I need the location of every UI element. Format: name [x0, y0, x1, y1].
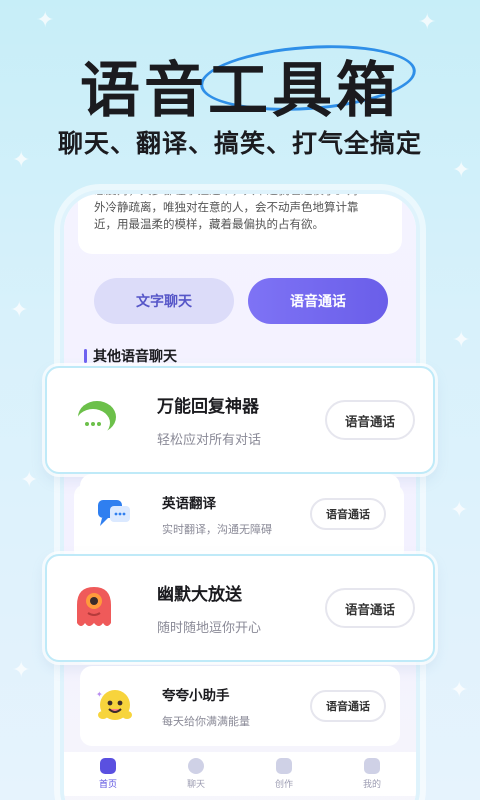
card-title: 夸夸小助手	[162, 687, 230, 704]
section-title: 其他语音聊天	[84, 346, 177, 366]
nav-label: 我的	[362, 780, 381, 790]
voice-call-button[interactable]: 语音通话	[325, 588, 415, 628]
svg-text:✦: ✦	[96, 690, 103, 699]
green-chat-bubble-icon	[71, 397, 117, 443]
red-cyclops-icon	[71, 583, 117, 633]
card-title: 幽默大放送	[157, 585, 242, 605]
sparkle-icon: ✦	[20, 468, 39, 493]
sparkle-icon: ✦	[452, 158, 471, 183]
bottom-nav: 首页 聊天 创作 我的	[64, 752, 416, 796]
card-description: 实时翻译，沟通无障碍	[162, 522, 272, 536]
chart-icon	[275, 758, 292, 774]
yellow-smiley-icon: ✦	[94, 685, 136, 727]
nav-item-home[interactable]: 首页	[99, 758, 117, 790]
page-title: 语音工具箱	[80, 56, 400, 126]
robot-icon	[363, 758, 380, 774]
sparkle-icon: ✦	[12, 658, 31, 683]
voice-call-button[interactable]: 语音通话	[248, 278, 388, 324]
voice-call-button[interactable]: 语音通话	[310, 690, 386, 722]
list-item-praise-helper[interactable]: ✦ 夸夸小助手 每天给你满满能量 语音通话	[80, 666, 400, 746]
sparkle-icon: ✦	[450, 498, 469, 523]
sparkle-icon: ✦	[450, 678, 469, 703]
card-text: 万能回复神器 轻松应对所有对话	[157, 392, 325, 448]
intro-text-line: 外冷静疏离，唯独对在意的人，会不动声色地算计靠	[94, 200, 359, 214]
sparkle-icon: ✦	[452, 328, 471, 353]
sparkle-icon: ✦	[418, 10, 437, 35]
nav-item-profile[interactable]: 我的	[363, 758, 381, 790]
section-marker	[84, 349, 87, 363]
nav-label: 首页	[98, 780, 117, 790]
nav-item-chat[interactable]: 聊天	[187, 758, 205, 790]
card-description: 每天给你满满能量	[162, 714, 250, 728]
intro-text-box: 恋爱对，大多都在掌控之中，只不过我也过惯了。对 外冷静疏离，唯独对在意的人，会不…	[78, 190, 402, 254]
card-title: 英语翻译	[162, 495, 216, 512]
home-icon	[99, 758, 116, 774]
blue-chat-bubble-icon	[96, 496, 132, 532]
list-item-universal-reply[interactable]: 万能回复神器 轻松应对所有对话 语音通话	[45, 366, 435, 474]
list-item-english-translate[interactable]: 英语翻译 实时翻译，沟通无障碍 语音通话	[80, 474, 400, 554]
sparkle-icon: ✦	[10, 298, 29, 323]
nav-label: 创作	[274, 780, 293, 790]
intro-text-line: 恋爱对，大多都在掌控之中，只不过我也过惯了。对	[94, 190, 359, 197]
list-item-humor[interactable]: 幽默大放送 随时随地逗你开心 语音通话	[45, 554, 435, 662]
text-chat-button[interactable]: 文字聊天	[94, 278, 234, 324]
voice-call-button[interactable]: 语音通话	[310, 498, 386, 530]
sparkle-icon: ✦	[36, 8, 55, 33]
smile-icon	[187, 758, 204, 774]
voice-call-button[interactable]: 语音通话	[325, 400, 415, 440]
card-description: 随时随地逗你开心	[157, 621, 262, 636]
card-description: 轻松应对所有对话	[157, 433, 262, 448]
card-title: 万能回复神器	[157, 397, 259, 417]
section-title-label: 其他语音聊天	[93, 349, 177, 365]
card-text: 幽默大放送 随时随地逗你开心	[157, 580, 325, 636]
card-text: 英语翻译 实时翻译，沟通无障碍	[162, 492, 310, 537]
nav-label: 聊天	[186, 780, 205, 790]
page-subtitle: 聊天、翻译、搞笑、打气全搞定	[57, 129, 422, 158]
intro-text-line: 近，用最温柔的模样，藏着最偏执的占有欲。	[94, 217, 324, 231]
nav-item-create[interactable]: 创作	[275, 758, 293, 790]
card-text: 夸夸小助手 每天给你满满能量	[162, 684, 310, 729]
